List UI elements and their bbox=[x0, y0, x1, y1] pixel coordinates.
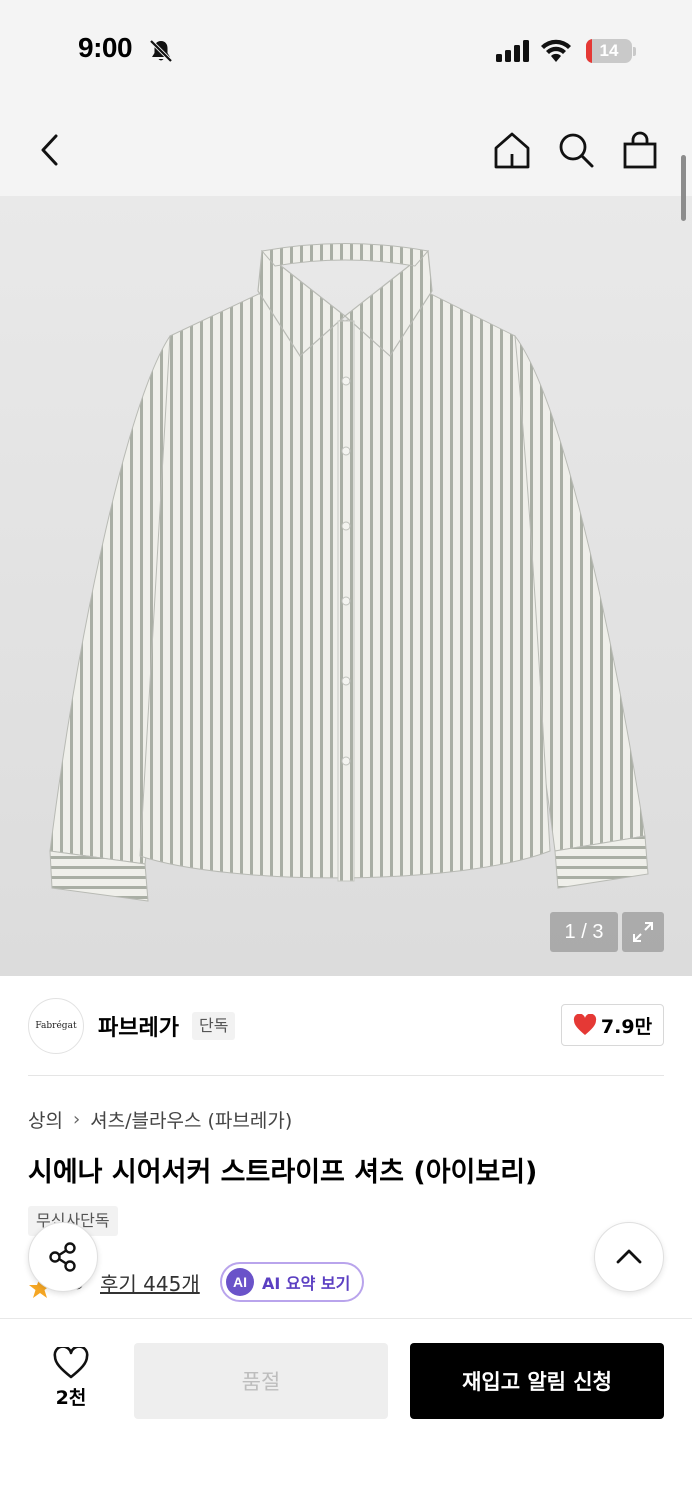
back-button[interactable] bbox=[28, 128, 72, 172]
product-image-gallery[interactable] bbox=[0, 196, 692, 976]
chevron-right-icon: › bbox=[72, 1109, 81, 1130]
wifi-icon bbox=[541, 39, 571, 62]
restock-alert-button[interactable]: 재입고 알림 신청 bbox=[410, 1343, 664, 1419]
scroll-top-button[interactable] bbox=[594, 1222, 664, 1292]
ai-icon: AI bbox=[226, 1268, 254, 1296]
wishlist-count: 2천 bbox=[55, 1387, 87, 1409]
home-button[interactable] bbox=[490, 128, 534, 172]
brand-like-count: 7.9만 bbox=[600, 1015, 653, 1038]
expand-icon bbox=[633, 922, 653, 942]
bottom-purchase-bar: 2천 품절 재입고 알림 신청 bbox=[0, 1318, 692, 1500]
chevron-up-icon bbox=[616, 1249, 642, 1264]
signal-icon bbox=[496, 40, 529, 62]
image-counter: 1 / 3 bbox=[550, 912, 618, 952]
cart-button[interactable] bbox=[618, 128, 662, 172]
search-icon bbox=[559, 133, 594, 168]
exclusive-badge: 단독 bbox=[192, 1012, 236, 1040]
soldout-button[interactable]: 품절 bbox=[134, 1343, 388, 1419]
back-chevron-icon bbox=[41, 134, 58, 166]
brand-row: Fabrégat 파브레가 단독 7.9만 bbox=[28, 998, 664, 1054]
status-bar: 9:00 14 bbox=[0, 0, 692, 100]
breadcrumb-subcategory[interactable]: 셔츠/블라우스 (파브레가) bbox=[90, 1106, 292, 1133]
brand-like-button[interactable]: 7.9만 bbox=[561, 1004, 664, 1046]
shopping-bag-icon bbox=[623, 131, 657, 169]
share-icon bbox=[49, 1242, 76, 1272]
share-button[interactable] bbox=[28, 1222, 98, 1292]
divider bbox=[28, 1075, 664, 1076]
battery-nub bbox=[633, 47, 636, 56]
page-scrollbar[interactable] bbox=[681, 155, 686, 221]
breadcrumb: 상의 › 셔츠/블라우스 (파브레가) bbox=[28, 1106, 292, 1133]
heart-filled-icon bbox=[573, 1014, 597, 1035]
product-title: 시에나 시어서커 스트라이프 셔츠 (아이보리) bbox=[28, 1157, 538, 1188]
brand-name[interactable]: 파브레가 bbox=[98, 1010, 179, 1042]
wishlist-button[interactable]: 2천 bbox=[40, 1347, 102, 1417]
battery-level: 14 bbox=[599, 41, 619, 60]
brand-logo[interactable]: Fabrégat bbox=[28, 998, 84, 1054]
search-button[interactable] bbox=[554, 128, 598, 172]
ai-summary-label: AI 요약 보기 bbox=[262, 1274, 351, 1293]
bell-slash-icon bbox=[149, 39, 173, 63]
breadcrumb-category[interactable]: 상의 bbox=[28, 1106, 63, 1133]
home-icon bbox=[494, 132, 530, 169]
status-time: 9:00 bbox=[78, 32, 133, 63]
top-nav bbox=[0, 100, 692, 196]
review-count-link[interactable]: 후기 445개 bbox=[100, 1268, 200, 1297]
expand-image-button[interactable] bbox=[622, 912, 664, 952]
product-image bbox=[49, 243, 649, 902]
heart-outline-icon bbox=[53, 1347, 89, 1379]
battery-icon: 14 bbox=[586, 39, 632, 63]
ai-summary-button[interactable]: AI AI 요약 보기 bbox=[220, 1262, 364, 1302]
